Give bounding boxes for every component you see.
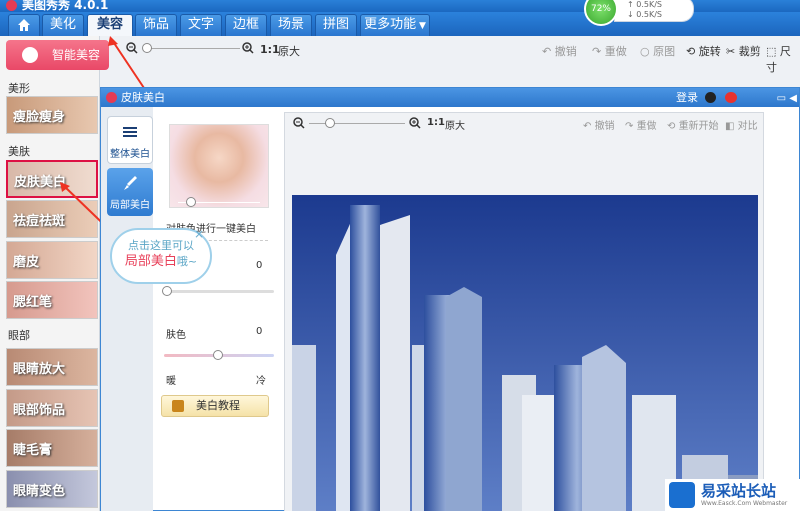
image-undo-button[interactable]: ↶ 撤销 [583, 117, 615, 132]
app-logo-icon [106, 92, 117, 103]
qq-icon[interactable] [705, 92, 716, 103]
zoom-in-icon[interactable] [409, 117, 421, 129]
site-name: 易采站长站 [701, 482, 777, 500]
undo-icon: ↶ [583, 121, 595, 132]
image-zoom-slider-handle[interactable] [325, 118, 335, 128]
site-logo-icon [669, 482, 695, 508]
tab-whole-whitening[interactable]: 整体美白 [107, 116, 153, 164]
tip-bubble: 点击这里可以 局部美白哦~ × [110, 226, 212, 284]
skin-color-label: 肤色 [166, 330, 186, 341]
cool-label: 冷 [256, 376, 266, 387]
tip-line-2: 局部美白 [124, 254, 177, 269]
restart-icon: ⟲ [667, 121, 679, 132]
skin-color-slider-handle[interactable] [213, 350, 223, 360]
login-link[interactable]: 登录 [676, 88, 698, 107]
strength-slider[interactable] [164, 290, 274, 293]
tab-label: 整体美白 [110, 149, 150, 160]
arrow-to-beauty-tab [111, 39, 145, 89]
site-url: Www.Easck.Com Webmaster [701, 500, 788, 507]
book-icon [172, 400, 184, 412]
redo-icon: ↷ [625, 121, 637, 132]
brush-icon [124, 176, 137, 190]
compare-icon: ◧ [725, 121, 738, 132]
tab-label: 局部美白 [110, 200, 150, 211]
zoom-out-icon[interactable] [293, 117, 305, 129]
tutorial-label: 美白教程 [196, 399, 240, 412]
strength-slider-handle[interactable] [162, 286, 172, 296]
city-photo [292, 195, 758, 511]
sliders-icon [123, 127, 137, 137]
whitening-tutorial-button[interactable]: 美白教程 [161, 395, 269, 417]
skin-whitening-dialog: 皮肤美白 登录 ▭ ◀ 整体美白 局部美白 对肤色进行一键美白 0 肤色 0 暖… [100, 87, 800, 511]
site-watermark: 易采站长站 Www.Easck.Com Webmaster [665, 479, 800, 511]
image-zoom-ratio: 1:1 [427, 117, 445, 128]
weibo-icon[interactable] [725, 92, 737, 103]
tab-local-whitening[interactable]: 局部美白 [107, 168, 153, 216]
dialog-title: 皮肤美白 [121, 91, 165, 104]
warm-label: 暖 [166, 376, 176, 387]
image-toolbar: 1:1 原大 ↶ 撤销 ↷ 重做 ⟲ 重新开始 ◧ 对比 [285, 113, 763, 135]
close-icon[interactable]: × [194, 226, 204, 242]
preview-slider-handle[interactable] [186, 197, 196, 207]
tip-tail: 哦~ [176, 255, 198, 268]
dialog-title-bar: 皮肤美白 登录 ▭ ◀ [101, 88, 799, 107]
image-redo-button[interactable]: ↷ 重做 [625, 117, 657, 132]
restart-button[interactable]: ⟲ 重新开始 [667, 117, 719, 132]
settings-panel: 对肤色进行一键美白 0 肤色 0 暖 冷 [156, 110, 283, 510]
face-preview [169, 124, 269, 208]
image-workspace: 1:1 原大 ↶ 撤销 ↷ 重做 ⟲ 重新开始 ◧ 对比 [284, 112, 764, 511]
strength-value: 0 [256, 260, 263, 271]
arrow-head [108, 36, 118, 46]
dialog-menu-icon[interactable]: ▭ ◀ [777, 89, 797, 108]
compare-button[interactable]: ◧ 对比 [725, 117, 758, 132]
image-zoom-slider[interactable] [309, 123, 405, 124]
image-original-size-button[interactable]: 原大 [445, 117, 465, 132]
skin-color-value: 0 [256, 326, 263, 337]
